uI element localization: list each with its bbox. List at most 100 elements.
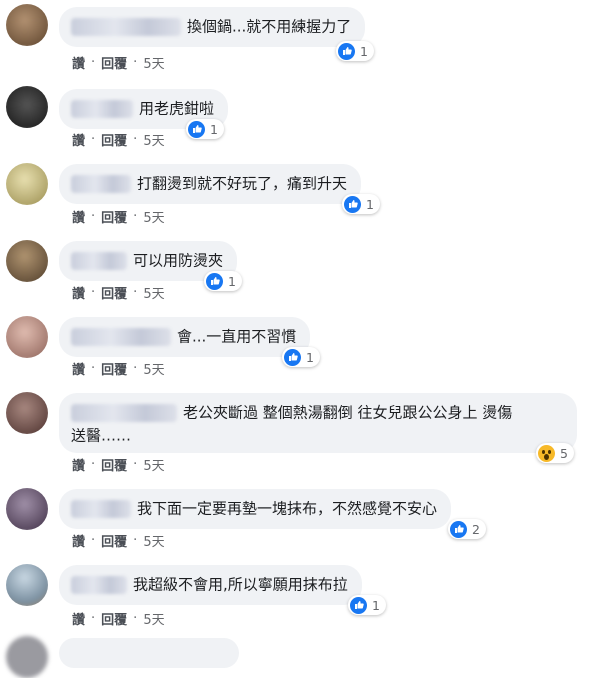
reaction-count-value: 1 [366, 196, 374, 212]
reaction-count[interactable]: 1 [348, 595, 386, 615]
next-comment-avatar[interactable] [6, 636, 48, 678]
comment-text: 我下面一定要再墊一塊抹布，不然感覺不安心 [137, 499, 438, 518]
comment-actions: 讚 · 回覆 · 5天 [72, 207, 165, 226]
reaction-count[interactable]: 5 [536, 443, 574, 463]
timestamp[interactable]: 5天 [143, 359, 164, 378]
wow-reaction-icon [538, 444, 555, 462]
comment-bubble: 老公夾斷過 整個熱湯翻倒 往女兒跟公公身上 燙傷 送醫…… [59, 393, 577, 453]
like-button[interactable]: 讚 [72, 283, 85, 302]
avatar[interactable] [6, 240, 48, 282]
timestamp[interactable]: 5天 [143, 609, 164, 628]
like-reaction-icon [350, 596, 367, 614]
like-button[interactable]: 讚 [72, 455, 85, 474]
like-reaction-icon [344, 195, 361, 213]
comment-bubble: 換個鍋...就不用練握力了 [59, 7, 366, 47]
separator: · [133, 360, 138, 376]
commenter-name[interactable] [71, 174, 131, 193]
separator: · [91, 208, 96, 224]
comment-actions: 讚 · 回覆 · 5天 [72, 53, 165, 72]
reaction-count-value: 1 [210, 121, 218, 137]
commenter-name[interactable] [71, 251, 127, 270]
commenter-name[interactable] [71, 17, 181, 36]
like-reaction-icon [206, 272, 223, 290]
comment-bubble: 會...一直用不習慣 [59, 317, 311, 357]
commenter-name[interactable] [71, 327, 171, 346]
like-button[interactable]: 讚 [72, 359, 85, 378]
separator: · [133, 456, 138, 472]
reaction-count[interactable]: 1 [336, 41, 374, 61]
avatar[interactable] [6, 163, 48, 205]
reaction-count[interactable]: 1 [342, 194, 380, 214]
comment-text: 用老虎鉗啦 [139, 99, 215, 118]
comment-text: 換個鍋...就不用練握力了 [187, 17, 352, 36]
separator: · [91, 610, 96, 626]
commenter-name[interactable] [71, 499, 131, 518]
avatar[interactable] [6, 392, 48, 434]
reaction-count[interactable]: 1 [282, 347, 320, 367]
comment-actions: 讚 · 回覆 · 5天 [72, 609, 165, 628]
reaction-count-value: 5 [560, 445, 568, 461]
reaction-count-value: 1 [360, 43, 368, 59]
comment-text: 打翻燙到就不好玩了，痛到升天 [137, 174, 348, 193]
comment-actions: 讚 · 回覆 · 5天 [72, 455, 165, 474]
avatar[interactable] [6, 564, 48, 606]
commenter-name[interactable] [71, 99, 133, 118]
comment-actions: 讚 · 回覆 · 5天 [72, 130, 165, 149]
separator: · [91, 284, 96, 300]
timestamp[interactable]: 5天 [143, 283, 164, 302]
like-button[interactable]: 讚 [72, 53, 85, 72]
reaction-count-value: 1 [228, 273, 236, 289]
avatar[interactable] [6, 488, 48, 530]
comment-bubble: 我超級不會用,所以寧願用抹布拉 [59, 565, 362, 605]
like-button[interactable]: 讚 [72, 531, 85, 550]
reply-button[interactable]: 回覆 [101, 359, 127, 378]
reply-button[interactable]: 回覆 [101, 283, 127, 302]
reply-button[interactable]: 回覆 [101, 130, 127, 149]
like-button[interactable]: 讚 [72, 207, 85, 226]
commenter-name[interactable] [71, 575, 127, 594]
like-reaction-icon [188, 120, 205, 138]
separator: · [133, 131, 138, 147]
comment-actions: 讚 · 回覆 · 5天 [72, 531, 165, 550]
reply-button[interactable]: 回覆 [101, 609, 127, 628]
reaction-count-value: 1 [372, 597, 380, 613]
reply-button[interactable]: 回覆 [101, 207, 127, 226]
reaction-count[interactable]: 2 [448, 519, 486, 539]
reaction-count-value: 1 [306, 349, 314, 365]
comment-bubble: 我下面一定要再墊一塊抹布，不然感覺不安心 [59, 489, 452, 529]
reply-button[interactable]: 回覆 [101, 531, 127, 550]
comment-bubble: 打翻燙到就不好玩了，痛到升天 [59, 164, 362, 204]
reply-button[interactable]: 回覆 [101, 53, 127, 72]
like-button[interactable]: 讚 [72, 130, 85, 149]
comment-actions: 讚 · 回覆 · 5天 [72, 283, 165, 302]
commenter-name[interactable] [71, 403, 177, 422]
separator: · [91, 131, 96, 147]
separator: · [133, 208, 138, 224]
separator: · [133, 284, 138, 300]
like-reaction-icon [284, 348, 301, 366]
reply-button[interactable]: 回覆 [101, 455, 127, 474]
separator: · [133, 54, 138, 70]
separator: · [91, 532, 96, 548]
separator: · [91, 360, 96, 376]
like-button[interactable]: 讚 [72, 609, 85, 628]
reaction-count[interactable]: 1 [186, 119, 224, 139]
avatar[interactable] [6, 316, 48, 358]
avatar[interactable] [6, 86, 48, 128]
reaction-count[interactable]: 1 [204, 271, 242, 291]
timestamp[interactable]: 5天 [143, 53, 164, 72]
like-reaction-icon [338, 42, 355, 60]
like-reaction-icon [450, 520, 467, 538]
comment-text: 我超級不會用,所以寧願用抹布拉 [133, 575, 348, 594]
separator: · [91, 456, 96, 472]
timestamp[interactable]: 5天 [143, 531, 164, 550]
timestamp[interactable]: 5天 [143, 207, 164, 226]
reaction-count-value: 2 [472, 521, 480, 537]
comment-text: 可以用防燙夾 [133, 251, 224, 270]
avatar[interactable] [6, 4, 48, 46]
separator: · [133, 532, 138, 548]
separator: · [133, 610, 138, 626]
timestamp[interactable]: 5天 [143, 455, 164, 474]
timestamp[interactable]: 5天 [143, 130, 164, 149]
separator: · [91, 54, 96, 70]
